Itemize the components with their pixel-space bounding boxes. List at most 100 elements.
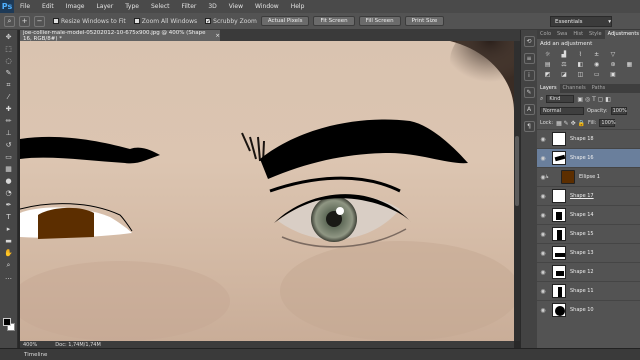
- filter-icons[interactable]: ▣ ◎ T ▢ ◧: [577, 96, 611, 103]
- lock-icons[interactable]: ▦ ✎ ✥ 🔒: [556, 120, 585, 127]
- menu-image[interactable]: Image: [60, 3, 91, 10]
- layer-row[interactable]: ◉ Shape 13: [537, 243, 640, 262]
- levels-icon[interactable]: ▟: [556, 51, 571, 59]
- marquee-tool-icon[interactable]: ⬚: [3, 44, 15, 54]
- crop-tool-icon[interactable]: ⌗: [3, 80, 15, 90]
- zoom-all-option[interactable]: Zoom All Windows: [133, 18, 197, 25]
- blend-mode-select[interactable]: Normal: [540, 107, 584, 115]
- color-lookup-icon[interactable]: ▦: [622, 61, 637, 69]
- lasso-tool-icon[interactable]: ◌: [3, 56, 15, 66]
- visibility-eye-icon[interactable]: ◉: [537, 269, 549, 276]
- fill-screen-button[interactable]: Fill Screen: [358, 16, 401, 26]
- fill-input[interactable]: 100%: [599, 119, 616, 127]
- zoom-tool-sidebar-icon[interactable]: ⌕: [3, 260, 15, 270]
- tab-swatches[interactable]: Swa: [554, 30, 570, 39]
- kind-filter-select[interactable]: Kind: [546, 95, 575, 103]
- shape-tool-icon[interactable]: ▬: [3, 236, 15, 246]
- tab-histogram[interactable]: Hist: [570, 30, 586, 39]
- resize-windows-checkbox[interactable]: [53, 18, 59, 24]
- zoom-tool-icon[interactable]: ⌕: [4, 15, 15, 27]
- channel-mixer-icon[interactable]: ⊛: [605, 61, 620, 69]
- color-balance-icon[interactable]: ⚖: [556, 61, 571, 69]
- menu-view[interactable]: View: [223, 3, 249, 10]
- brightness-icon[interactable]: ☼: [540, 51, 555, 59]
- close-icon[interactable]: ×: [215, 33, 220, 39]
- color-swatches[interactable]: [3, 318, 15, 332]
- visibility-eye-icon[interactable]: ◉: [537, 193, 549, 200]
- layer-row[interactable]: ◉ Shape 10: [537, 300, 640, 319]
- zoom-all-checkbox[interactable]: [133, 18, 140, 24]
- opacity-input[interactable]: 100%: [610, 107, 627, 115]
- timeline-panel[interactable]: Timeline: [0, 348, 640, 360]
- tab-styles[interactable]: Style: [586, 30, 605, 39]
- foreground-color-swatch[interactable]: [3, 318, 11, 326]
- workspace-switcher[interactable]: Essentials ▾: [550, 16, 612, 27]
- visibility-eye-icon[interactable]: ◉: [537, 307, 549, 314]
- brush-tool-icon[interactable]: ✏: [3, 116, 15, 126]
- visibility-eye-icon[interactable]: ◉: [537, 155, 549, 162]
- tab-layers[interactable]: Layers: [537, 84, 560, 93]
- visibility-eye-icon[interactable]: ◉: [537, 250, 549, 257]
- type-tool-icon[interactable]: T: [3, 212, 15, 222]
- exposure-icon[interactable]: ±: [589, 51, 604, 59]
- layer-row[interactable]: ◉ Shape 17: [537, 186, 640, 205]
- tab-channels[interactable]: Channels: [560, 84, 589, 93]
- menu-file[interactable]: File: [14, 3, 36, 10]
- black-white-icon[interactable]: ◧: [573, 61, 588, 69]
- threshold-icon[interactable]: ◫: [573, 71, 588, 79]
- scrollbar-thumb[interactable]: [515, 136, 519, 206]
- blur-tool-icon[interactable]: ●: [3, 176, 15, 186]
- tab-color[interactable]: Colo: [537, 30, 554, 39]
- selective-color-icon[interactable]: ▣: [605, 71, 620, 79]
- actual-pixels-button[interactable]: Actual Pixels: [260, 16, 310, 26]
- visibility-eye-icon[interactable]: ◉: [537, 136, 549, 143]
- menu-filter[interactable]: Filter: [176, 3, 203, 10]
- scrubby-zoom-checkbox[interactable]: [205, 18, 212, 24]
- scrubby-zoom-option[interactable]: Scrubby Zoom: [205, 18, 257, 25]
- more-tools-icon[interactable]: …: [3, 272, 15, 282]
- move-tool-icon[interactable]: ✥: [3, 32, 15, 42]
- resize-windows-option[interactable]: Resize Windows to Fit: [53, 18, 126, 25]
- menu-layer[interactable]: Layer: [90, 3, 119, 10]
- layer-row[interactable]: ◉ Shape 14: [537, 205, 640, 224]
- properties-panel-icon[interactable]: ≡: [523, 53, 535, 64]
- doc-size[interactable]: Doc: 1,74M/1,74M: [55, 342, 101, 348]
- photo-filter-icon[interactable]: ◉: [589, 61, 604, 69]
- posterize-icon[interactable]: ◪: [556, 71, 571, 79]
- visibility-eye-icon[interactable]: ◉: [537, 288, 549, 295]
- layer-row[interactable]: ◉ Shape 11: [537, 281, 640, 300]
- zoom-in-icon[interactable]: +: [19, 15, 30, 27]
- dodge-tool-icon[interactable]: ◔: [3, 188, 15, 198]
- gradient-tool-icon[interactable]: ▦: [3, 164, 15, 174]
- print-size-button[interactable]: Print Size: [404, 16, 445, 26]
- layer-row[interactable]: ◉ Shape 12: [537, 262, 640, 281]
- brush-panel-icon[interactable]: ✎: [523, 87, 535, 98]
- gradient-map-icon[interactable]: ▭: [589, 71, 604, 79]
- character-panel-icon[interactable]: A: [523, 104, 535, 115]
- menu-edit[interactable]: Edit: [36, 3, 60, 10]
- menu-select[interactable]: Select: [145, 3, 176, 10]
- vibrance-icon[interactable]: ▽: [605, 51, 620, 59]
- document-canvas[interactable]: [20, 41, 514, 341]
- eyedropper-tool-icon[interactable]: ⁄: [3, 92, 15, 102]
- visibility-eye-icon[interactable]: ◉: [537, 212, 549, 219]
- path-select-icon[interactable]: ▸: [3, 224, 15, 234]
- tab-adjustments[interactable]: Adjustments: [604, 30, 640, 39]
- visibility-eye-icon[interactable]: ◉: [537, 231, 549, 238]
- hue-saturation-icon[interactable]: ▤: [540, 61, 555, 69]
- document-tab[interactable]: joe-collier-male-model-05202012-10-675x9…: [20, 30, 220, 42]
- eraser-tool-icon[interactable]: ▭: [3, 152, 15, 162]
- invert-icon[interactable]: ◩: [540, 71, 555, 79]
- layer-row[interactable]: ◉ Shape 18: [537, 129, 640, 148]
- menu-window[interactable]: Window: [249, 3, 285, 10]
- hand-tool-icon[interactable]: ✋: [3, 248, 15, 258]
- info-panel-icon[interactable]: i: [523, 70, 535, 81]
- fit-screen-button[interactable]: Fit Screen: [313, 16, 355, 26]
- history-panel-icon[interactable]: ⟲: [523, 36, 535, 47]
- quick-select-tool-icon[interactable]: ✎: [3, 68, 15, 78]
- menu-help[interactable]: Help: [285, 3, 311, 10]
- healing-brush-icon[interactable]: ✚: [3, 104, 15, 114]
- menu-3d[interactable]: 3D: [202, 3, 222, 10]
- menu-type[interactable]: Type: [119, 3, 145, 10]
- paragraph-panel-icon[interactable]: ¶: [523, 121, 535, 132]
